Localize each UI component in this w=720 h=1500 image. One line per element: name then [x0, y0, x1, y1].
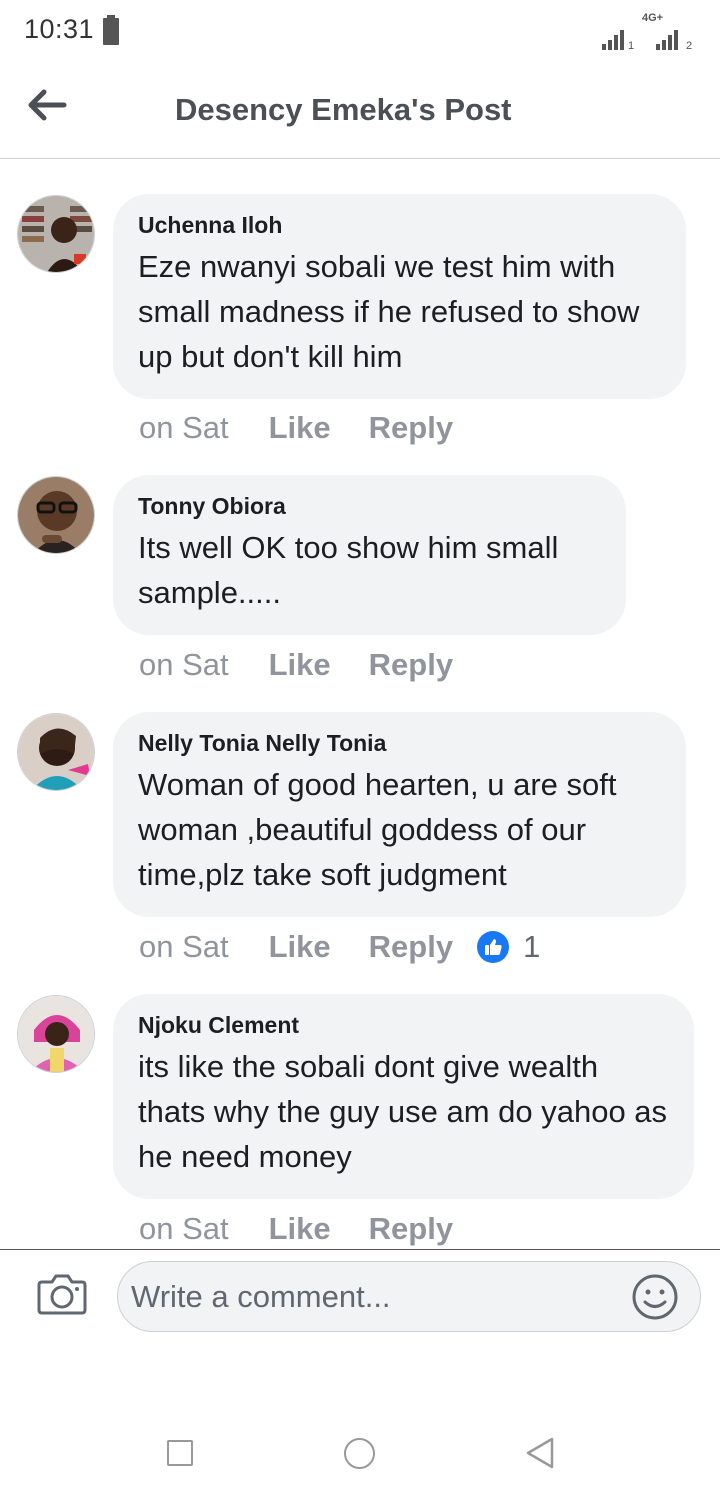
reply-button[interactable]: Reply [369, 929, 453, 965]
sim1-label: 1 [628, 40, 635, 52]
comment-bubble[interactable]: Njoku Clement its like the sobali dont g… [113, 994, 694, 1199]
comment-bubble[interactable]: Uchenna Iloh Eze nwanyi sobali we test h… [113, 194, 686, 399]
comment-input-box[interactable] [117, 1261, 701, 1332]
recent-apps-button[interactable] [167, 1440, 193, 1466]
status-bar: 10:31 1 4G+ 2 [0, 0, 720, 64]
battery-icon [103, 15, 119, 45]
avatar[interactable] [17, 476, 95, 554]
camera-button[interactable] [36, 1272, 88, 1316]
avatar[interactable] [17, 713, 95, 791]
emoji-button[interactable] [630, 1272, 680, 1322]
status-time: 10:31 [24, 14, 95, 44]
comment-author[interactable]: Uchenna Iloh [138, 210, 662, 240]
comment-time[interactable]: on Sat [139, 647, 229, 683]
signal-icon [602, 30, 624, 50]
comment-author[interactable]: Nelly Tonia Nelly Tonia [138, 728, 662, 758]
comment-author[interactable]: Njoku Clement [138, 1010, 670, 1040]
reply-button[interactable]: Reply [369, 1211, 453, 1247]
system-nav-bar [0, 1400, 720, 1500]
avatar[interactable] [17, 195, 95, 273]
system-back-button[interactable] [524, 1436, 556, 1470]
signal-indicators: 1 4G+ 2 [602, 12, 702, 52]
like-button[interactable]: Like [269, 1211, 331, 1247]
comment-time[interactable]: on Sat [139, 410, 229, 446]
comment-time[interactable]: on Sat [139, 929, 229, 965]
like-button[interactable]: Like [269, 929, 331, 965]
comment-text: Its well OK too show him small sample...… [138, 530, 559, 610]
signal-icon [656, 30, 678, 50]
reply-button[interactable]: Reply [369, 647, 453, 683]
comments-feed[interactable]: Uchenna Iloh Eze nwanyi sobali we test h… [0, 160, 720, 1248]
comment-actions: on Sat Like Reply 1 [139, 929, 540, 965]
comment-actions: on Sat Like Reply [139, 410, 453, 446]
reaction-count: 1 [523, 929, 541, 964]
home-button[interactable] [344, 1438, 375, 1469]
camera-icon [37, 1274, 87, 1315]
arrow-left-icon [28, 89, 67, 121]
comment-actions: on Sat Like Reply [139, 647, 453, 683]
comment-author[interactable]: Tonny Obiora [138, 491, 602, 521]
comment-actions: on Sat Like Reply [139, 1211, 453, 1247]
comment-composer [0, 1249, 720, 1349]
comment-bubble[interactable]: Tonny Obiora Its well OK too show him sm… [113, 475, 626, 635]
thumbs-up-icon [477, 931, 510, 963]
comment-time[interactable]: on Sat [139, 1211, 229, 1247]
like-button[interactable]: Like [269, 410, 331, 446]
avatar[interactable] [17, 995, 95, 1073]
triangle-back-icon [526, 1437, 554, 1469]
comment-bubble[interactable]: Nelly Tonia Nelly Tonia Woman of good he… [113, 712, 686, 917]
back-button[interactable] [24, 86, 72, 126]
header: Desency Emeka's Post [0, 64, 720, 159]
like-button[interactable]: Like [269, 647, 331, 683]
comment-text: Woman of good hearten, u are soft woman … [138, 767, 617, 892]
network-type: 4G+ [642, 12, 664, 24]
smiley-icon [632, 1274, 678, 1320]
comment-text: its like the sobali dont give wealth tha… [138, 1049, 668, 1174]
comment-input[interactable] [131, 1262, 621, 1331]
previous-comment-actions [139, 160, 148, 174]
sim2-label: 2 [686, 40, 693, 52]
reaction-summary[interactable]: 1 [477, 929, 540, 965]
reply-button[interactable]: Reply [369, 410, 453, 446]
page-title: Desency Emeka's Post [175, 92, 512, 127]
comment-text: Eze nwanyi sobali we test him with small… [138, 249, 640, 374]
